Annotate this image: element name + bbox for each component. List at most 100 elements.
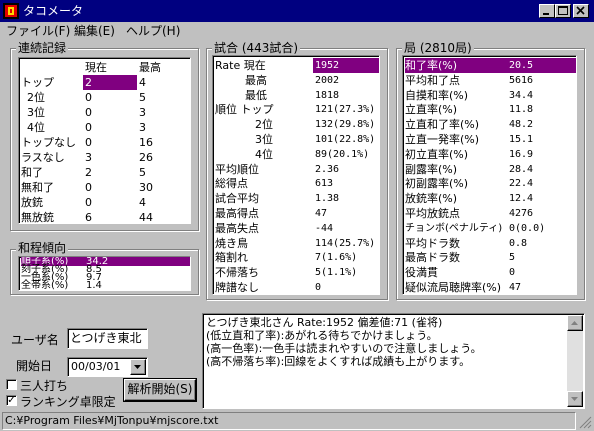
hand-row-value: 0(0.0) (509, 222, 546, 234)
table-row[interactable]: 立直率(%) 11.8 (403, 102, 576, 117)
hand-row-label: 立直率(%) (405, 103, 458, 117)
table-row[interactable]: 箱割れ 7(1.6%) (213, 250, 379, 265)
minimize-button[interactable] (539, 4, 555, 18)
table-row[interactable]: 3位 101(22.8%) (213, 132, 379, 147)
streak-row-label: 2位 (27, 91, 45, 104)
table-row[interactable]: 試合平均 1.38 (213, 191, 379, 206)
table-row[interactable]: 最高失点 -44 (213, 221, 379, 236)
match-row-label: 牌譜なし (215, 281, 259, 294)
table-row[interactable]: 放銃 0 4 (19, 195, 189, 210)
app-icon (3, 3, 19, 19)
streak-row-current: 0 (85, 106, 92, 119)
table-row[interactable]: 平均ドラ数 0.8 (403, 236, 576, 251)
table-row[interactable]: Rate 現在 1952 (213, 58, 379, 73)
table-row[interactable]: トップなし 0 16 (19, 135, 189, 150)
analyze-button[interactable]: 解析開始(S) (123, 378, 197, 402)
table-row[interactable]: 初副露率(%) 22.4 (403, 176, 576, 191)
table-row[interactable]: 牌譜なし 0 (213, 280, 379, 294)
table-row[interactable]: 副露率(%) 28.4 (403, 162, 576, 177)
streak-col-current: 現在 (85, 61, 107, 74)
table-row[interactable]: チョンボ(ペナルティ) 0(0.0) (403, 221, 576, 236)
table-row[interactable]: 最低 1818 (213, 88, 379, 103)
status-bar: C:¥Program Files¥MjTonpu¥mjscore.txt (0, 411, 594, 431)
menu-help[interactable]: ヘルプ(H) (124, 23, 182, 39)
title-bar[interactable]: タコメータ (0, 0, 594, 22)
table-row[interactable]: 立直和了率(%) 48.2 (403, 117, 576, 132)
match-row-label: 2位 (255, 118, 273, 132)
table-row[interactable]: 順位 トップ 121(27.3%) (213, 102, 379, 117)
close-button[interactable] (573, 4, 589, 18)
comment-scrollbar[interactable] (567, 315, 583, 407)
date-dropdown-button[interactable] (130, 359, 146, 375)
start-date-value: 00/03/01 (71, 360, 121, 373)
table-row[interactable]: 無和了 0 30 (19, 180, 189, 195)
status-path: C:¥Program Files¥MjTonpu¥mjscore.txt (2, 412, 576, 430)
table-row[interactable]: 不帰落ち 5(1.1%) (213, 265, 379, 280)
table-row[interactable]: 焼き鳥 114(25.7%) (213, 236, 379, 251)
table-row[interactable]: 初立直率(%) 16.9 (403, 147, 576, 162)
table-row[interactable]: 役満貫 0 (403, 265, 576, 280)
maximize-icon (558, 6, 568, 15)
table-row[interactable]: 平均順位 2.36 (213, 162, 379, 177)
ranking-label: ランキング卓限定 (20, 395, 116, 409)
streak-row-best: 16 (139, 136, 153, 149)
match-row-label: 順位 トップ (215, 103, 274, 117)
comment-line: (高不帰落ち率):回線をよくすれば成績も上がります。 (206, 355, 471, 368)
scroll-up-button[interactable] (567, 315, 583, 331)
streak-row-label: トップなし (21, 136, 76, 149)
tendency-row-label: 全帯系(%) (21, 280, 69, 291)
maximize-button[interactable] (555, 4, 571, 18)
streak-row-best: 4 (139, 76, 146, 89)
user-name-input[interactable]: とつげき東北 (67, 328, 148, 349)
table-row[interactable]: 3位 0 3 (19, 105, 189, 120)
start-date-select[interactable]: 00/03/01 (67, 357, 148, 377)
hand-row-label: 役満貫 (405, 266, 438, 280)
table-row[interactable]: トップ 2 4 (19, 75, 189, 90)
streak-row-current: 0 (85, 181, 92, 194)
ranking-checkbox[interactable]: ✓ (6, 395, 17, 406)
streak-row-label: トップ (21, 76, 54, 89)
streak-col-best: 最高 (139, 61, 161, 74)
table-row[interactable]: 和了 2 5 (19, 165, 189, 180)
table-row[interactable]: 総得点 613 (213, 176, 379, 191)
streak-row-label: 和了 (21, 166, 43, 179)
scroll-down-button[interactable] (567, 391, 583, 407)
menu-bar: ファイル(F) 編集(E) ヘルプ(H) (0, 22, 594, 40)
table-row[interactable]: 2位 0 5 (19, 90, 189, 105)
streak-row-current: 0 (85, 91, 92, 104)
table-row[interactable]: 平均和了点 5616 (403, 73, 576, 88)
table-row[interactable]: 4位 0 3 (19, 120, 189, 135)
menu-file[interactable]: ファイル(F) (4, 23, 72, 39)
hand-group-title: 局 (2810局) (402, 41, 474, 55)
table-row[interactable]: 放銃率(%) 12.4 (403, 191, 576, 206)
table-row[interactable]: 自摸和率(%) 34.4 (403, 88, 576, 103)
table-row[interactable]: 立直一発率(%) 15.1 (403, 132, 576, 147)
streak-row-current: 0 (85, 136, 92, 149)
table-row[interactable]: 和了率(%) 20.5 (403, 58, 576, 73)
table-row[interactable]: 疑似流局聴牌率(%) 47 (403, 280, 576, 294)
hand-table: 和了率(%) 20.5 平均和了点 5616 自摸和率(%) 34.4 立直率(%) 11.8… (402, 55, 577, 295)
table-row[interactable]: 平均放銃点 4276 (403, 206, 576, 221)
match-row-value: 0 (315, 282, 322, 293)
user-name-label: ユーザ名 (11, 333, 59, 347)
comment-line: とつげき東北さん Rate:1952 偏差値:71 (雀将) (206, 316, 443, 329)
hand-row-label: 平均和了点 (405, 73, 460, 87)
table-row[interactable]: 2位 132(29.8%) (213, 117, 379, 132)
match-row-value: 2002 (315, 74, 340, 86)
hand-row-value: 0 (509, 267, 516, 279)
table-row[interactable]: 無放銃 6 44 (19, 210, 189, 223)
table-row[interactable]: 最高得点 47 (213, 206, 379, 221)
table-row[interactable]: ラスなし 3 26 (19, 150, 189, 165)
table-row[interactable]: 最高ドラ数 5 (403, 250, 576, 265)
comment-box[interactable]: とつげき東北さん Rate:1952 偏差値:71 (雀将) (低立直和了率):あ… (202, 313, 585, 409)
table-row[interactable]: 4位 89(20.1%) (213, 147, 379, 162)
resize-grip-icon[interactable] (578, 415, 592, 429)
sanma-checkbox[interactable] (6, 379, 17, 390)
hand-row-label: 平均放銃点 (405, 207, 460, 220)
menu-edit[interactable]: 編集(E) (72, 23, 117, 39)
window-title: タコメータ (23, 4, 84, 18)
streak-row-label: 4位 (27, 121, 45, 134)
table-row[interactable]: 最高 2002 (213, 73, 379, 88)
close-icon (576, 6, 585, 15)
list-item[interactable]: 全帯系(%) 1.4 (20, 280, 190, 291)
